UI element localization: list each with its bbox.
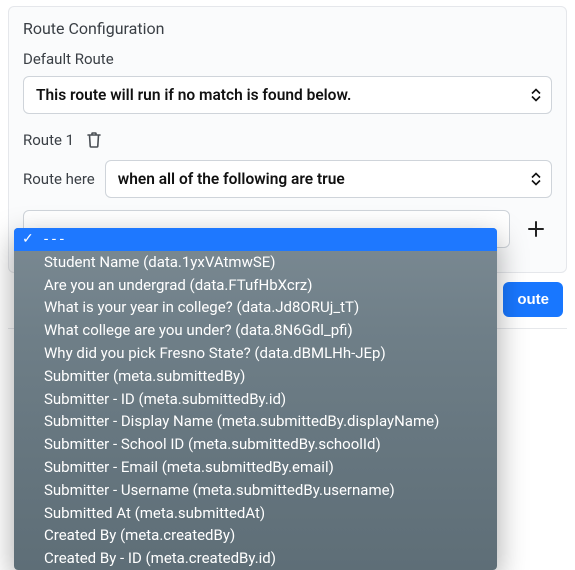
dropdown-option[interactable]: Why did you pick Fresno State? (data.dBM…	[14, 342, 497, 365]
route-here-row: Route here when all of the following are…	[23, 160, 552, 198]
delete-route-button[interactable]	[84, 130, 104, 150]
default-route-select-text: This route will run if no match is found…	[36, 86, 351, 104]
dropdown-option[interactable]: Submitted At (meta.submittedAt)	[14, 502, 497, 525]
plus-icon	[527, 220, 545, 238]
route-1-label: Route 1	[23, 131, 74, 149]
default-route-label: Default Route	[23, 50, 552, 68]
dropdown-option[interactable]: Created By (meta.createdBy)	[14, 524, 497, 547]
dropdown-option[interactable]: Created By - ID (meta.createdBy.id)	[14, 547, 497, 570]
route-here-select[interactable]: when all of the following are true	[105, 160, 552, 198]
field-dropdown-menu[interactable]: - - -Student Name (data.1yxVAtmwSE)Are y…	[14, 228, 497, 570]
dropdown-option[interactable]: What is your year in college? (data.Jd8O…	[14, 296, 497, 319]
route-here-select-text: when all of the following are true	[118, 170, 345, 188]
default-route-select[interactable]: This route will run if no match is found…	[23, 76, 552, 114]
select-caret-icon	[531, 173, 541, 186]
dropdown-option[interactable]: Are you an undergrad (data.FTufHbXcrz)	[14, 274, 497, 297]
dropdown-option[interactable]: Submitter (meta.submittedBy)	[14, 365, 497, 388]
dropdown-option[interactable]: Student Name (data.1yxVAtmwSE)	[14, 251, 497, 274]
add-route-button[interactable]: oute	[503, 282, 563, 317]
dropdown-option[interactable]: What college are you under? (data.8N6Gdl…	[14, 319, 497, 342]
add-condition-button[interactable]	[520, 213, 552, 245]
dropdown-option[interactable]: Submitter - Display Name (meta.submitted…	[14, 410, 497, 433]
panel-title: Route Configuration	[23, 19, 552, 38]
select-caret-icon	[531, 89, 541, 102]
dropdown-option[interactable]: - - -	[14, 228, 497, 251]
dropdown-option[interactable]: Submitter - ID (meta.submittedBy.id)	[14, 388, 497, 411]
dropdown-option[interactable]: Submitter - School ID (meta.submittedBy.…	[14, 433, 497, 456]
add-route-button-label: oute	[517, 291, 549, 308]
dropdown-option[interactable]: Submitter - Username (meta.submittedBy.u…	[14, 479, 497, 502]
dropdown-option[interactable]: Submitter - Email (meta.submittedBy.emai…	[14, 456, 497, 479]
trash-icon	[86, 131, 102, 149]
route-here-label: Route here	[23, 170, 95, 188]
route-1-header: Route 1	[23, 130, 552, 150]
